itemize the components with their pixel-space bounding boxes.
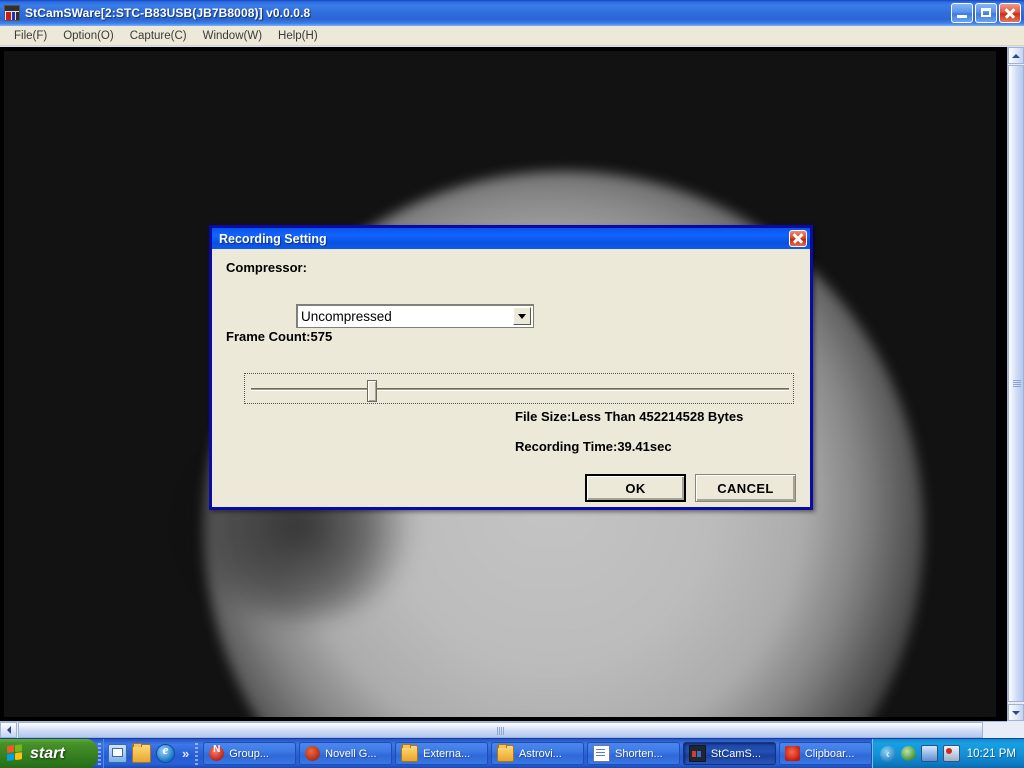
menu-item-window[interactable]: Window(W) [195,28,270,44]
file-size-label: File Size:Less Than 452214528 Bytes [515,409,744,424]
dialog-body: Compressor: Uncompressed Frame Count:575… [212,249,810,507]
task-button-astrovi[interactable]: Astrovi... [491,742,584,765]
chevron-up-icon [1012,53,1020,58]
task-button-stcams[interactable]: StCamS... [682,742,776,765]
document-icon [592,745,610,762]
task-label: Novell G... [325,747,377,760]
globe-icon[interactable] [900,746,916,761]
minimize-button[interactable] [951,3,973,23]
folder-icon [497,744,515,762]
cancel-button[interactable]: CANCEL [695,474,796,502]
dialog-close-button[interactable] [789,230,807,247]
vertical-scroll-thumb[interactable] [1008,65,1024,702]
task-label: Clipboar... [804,747,855,760]
frame-count-label: Frame Count:575 [226,329,333,344]
frame-count-slider[interactable] [244,373,794,404]
scroll-down-button[interactable] [1008,704,1024,721]
menu-item-option[interactable]: Option(O) [55,28,122,44]
chevron-left-icon: ‹ [885,746,890,761]
scroll-left-button[interactable] [0,722,17,738]
dialog-title: Recording Setting [219,231,327,246]
slider-track [251,388,789,391]
chevron-down-icon [1012,710,1020,715]
network-icon[interactable] [920,745,938,762]
folder-icon[interactable] [132,743,151,763]
quicklaunch-overflow-button[interactable]: » [180,746,191,761]
taskbar: start » Group... Novell G... Externa... [0,738,1024,768]
show-desktop-icon[interactable] [108,744,127,763]
task-button-novell[interactable]: Novell G... [299,742,393,765]
scrollbar-corner [1007,721,1024,738]
close-button[interactable] [999,3,1021,23]
task-label: Astrovi... [519,747,562,760]
compressor-select[interactable]: Uncompressed [296,304,534,328]
windows-flag-icon [7,744,24,763]
task-button-shorten[interactable]: Shorten... [586,742,680,765]
minimize-icon [957,15,967,18]
start-button[interactable]: start [0,738,98,768]
task-label: Group... [229,747,269,760]
security-alert-icon[interactable] [942,745,960,762]
task-label: Externa... [423,747,471,760]
system-tray: ‹ 10:21 PM [871,738,1024,768]
window-title: StCamSWare[2:STC-B83USB(JB7B8008)] v0.0.… [25,6,311,20]
screen: StCamSWare[2:STC-B83USB(JB7B8008)] v0.0.… [0,0,1024,768]
chevron-down-icon[interactable] [513,307,531,325]
task-label: StCamS... [710,747,762,760]
horizontal-scroll-thumb[interactable] [18,722,983,738]
novell-icon [305,746,321,761]
task-buttons: Group... Novell G... Externa... Astrovi.… [198,739,872,768]
task-button-externa[interactable]: Externa... [395,742,489,765]
compressor-label: Compressor: [226,260,307,275]
menu-item-file[interactable]: File(F) [6,28,55,44]
quick-launch-bar: » [103,738,195,768]
slider-thumb[interactable] [367,380,377,402]
internet-explorer-icon[interactable] [156,742,175,763]
chevron-left-icon [6,726,11,734]
recording-time-label: Recording Time:39.41sec [515,439,672,454]
groupwise-icon [209,744,225,761]
clock[interactable]: 10:21 PM [965,748,1016,760]
task-button-clipboard[interactable]: Clipboar... [778,742,872,765]
scroll-grip-icon [496,727,505,735]
task-button-group[interactable]: Group... [203,742,297,765]
close-icon [790,231,806,246]
close-icon [1000,4,1020,22]
ok-button[interactable]: OK [585,474,686,502]
start-label: start [30,744,65,762]
task-label: Shorten... [614,747,663,760]
dialog-titlebar[interactable]: Recording Setting [212,228,810,249]
recording-setting-dialog: Recording Setting Compressor: Uncompress… [209,225,813,510]
window-titlebar[interactable]: StCamSWare[2:STC-B83USB(JB7B8008)] v0.0.… [0,0,1024,26]
maximize-icon [981,8,991,17]
scroll-up-button[interactable] [1008,47,1024,64]
horizontal-scrollbar[interactable] [0,721,1024,738]
clipboard-app-icon [784,746,800,761]
vertical-scrollbar[interactable] [1007,47,1024,721]
folder-icon [401,744,419,762]
menu-item-capture[interactable]: Capture(C) [122,28,195,44]
compressor-selected-value: Uncompressed [301,308,392,324]
menu-item-help[interactable]: Help(H) [270,28,326,44]
camera-app-icon [4,5,20,21]
camera-app-icon [688,745,706,762]
maximize-button[interactable] [975,3,997,23]
window-controls [951,3,1021,23]
taskbar-divider [98,742,101,765]
menu-bar: File(F) Option(O) Capture(C) Window(W) H… [0,26,1024,46]
scroll-grip-icon [1013,379,1021,388]
tray-expand-button[interactable]: ‹ [879,745,896,762]
